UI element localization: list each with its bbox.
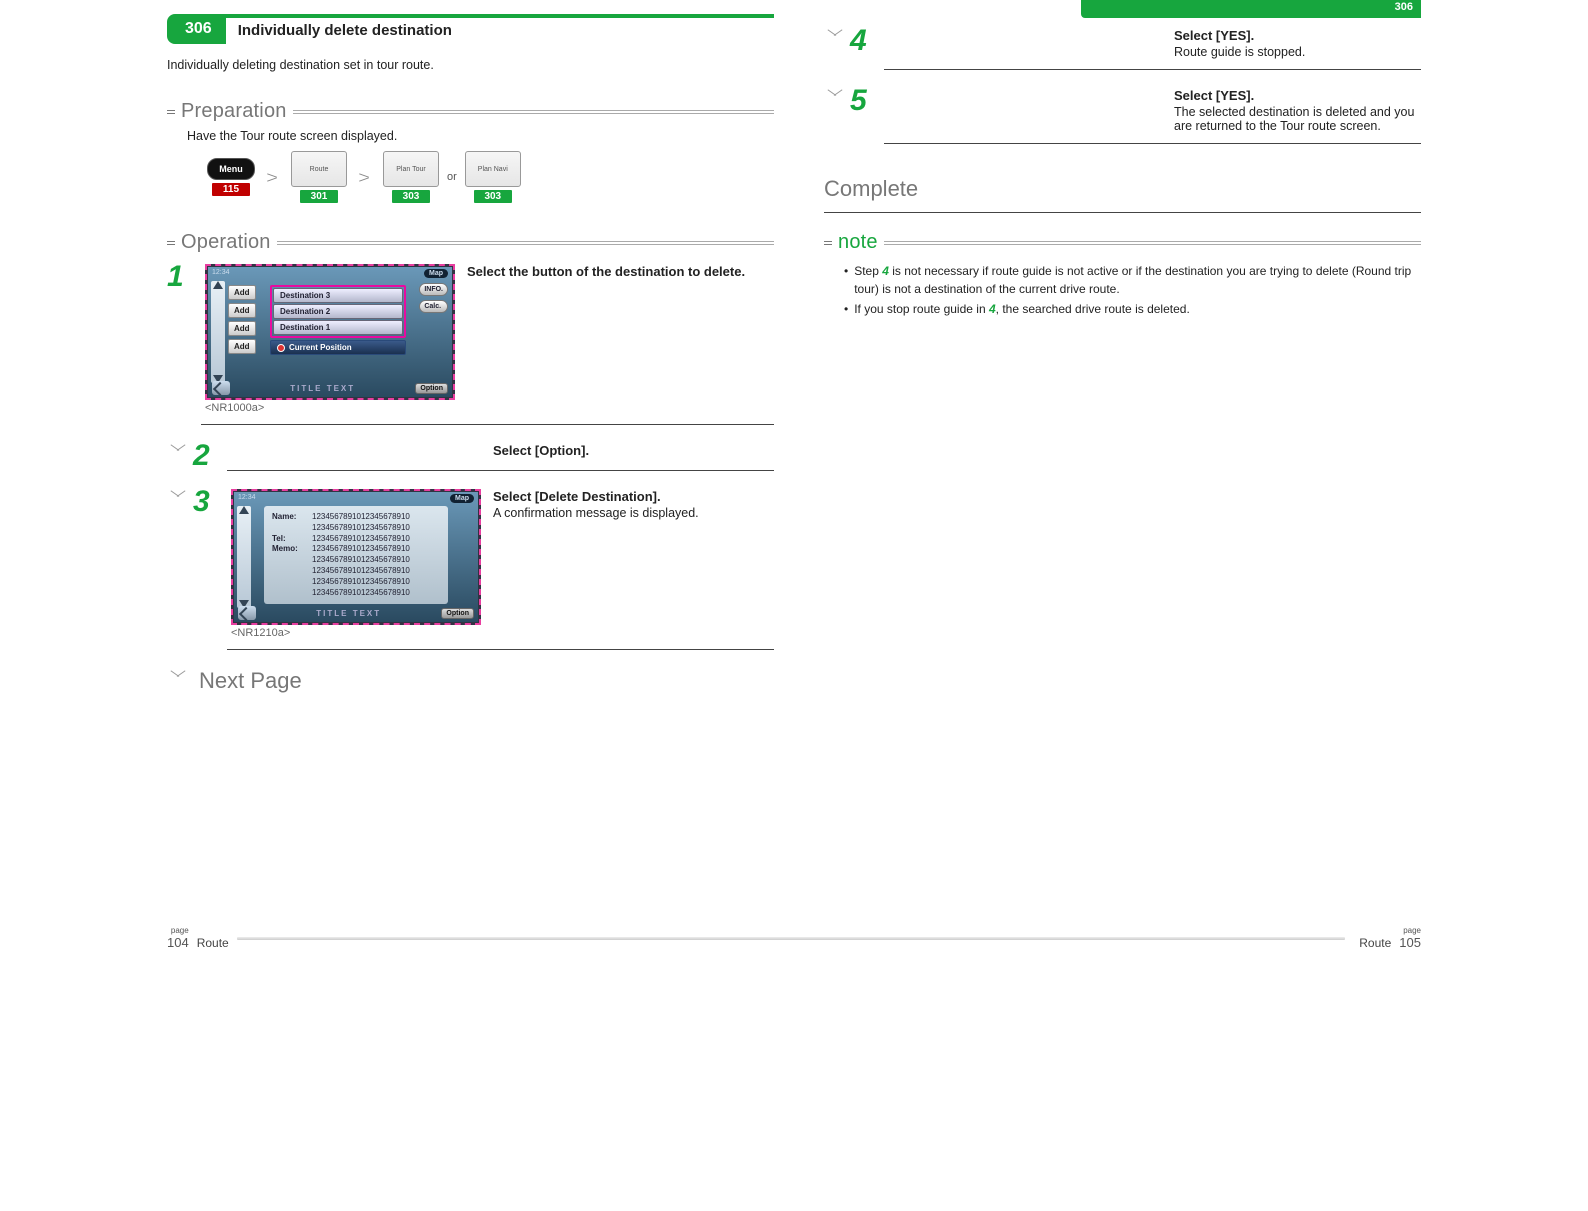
step-instruction: Select [YES]. bbox=[1174, 88, 1421, 103]
destination-button: Destination 2 bbox=[273, 304, 403, 319]
or-label: or bbox=[447, 171, 457, 183]
step-number: 5 bbox=[850, 86, 884, 144]
destination-button: Destination 3 bbox=[273, 288, 403, 303]
plan-tour-icon: Plan Tour bbox=[383, 151, 439, 187]
preparation-sequence: Menu 115 Route 301 Plan Tour 303 or Plan… bbox=[207, 151, 774, 203]
note-heading: note bbox=[824, 231, 1421, 254]
add-button: Add bbox=[228, 285, 256, 300]
step-number: 3 bbox=[193, 487, 227, 650]
section-title: Individually delete destination bbox=[226, 14, 774, 44]
step-instruction: Select [Option]. bbox=[493, 443, 774, 458]
route-screen-icon: Route bbox=[291, 151, 347, 187]
chevron-down-icon bbox=[169, 671, 187, 683]
shot-time: 12:34 bbox=[212, 269, 230, 278]
chevron-down-icon bbox=[169, 445, 187, 457]
option-button: Option bbox=[415, 383, 448, 394]
screenshot-step1: 12:34 Map Add Add Add Add bbox=[205, 264, 455, 400]
step-2: 2 Select [Option]. bbox=[167, 443, 774, 479]
chevron-down-icon bbox=[826, 90, 844, 102]
step-instruction: Select the button of the destination to … bbox=[467, 264, 774, 279]
menu-button-icon: Menu bbox=[207, 158, 255, 180]
prep-item-plan-navi: Plan Navi 303 bbox=[465, 151, 521, 203]
chevron-down-icon bbox=[826, 30, 844, 42]
back-icon bbox=[212, 381, 230, 395]
step-3: 3 12:34 Map Name:12345678910123456789​10 bbox=[167, 489, 774, 658]
step-instruction: Select [Delete Destination]. bbox=[493, 489, 774, 504]
shot-title: TITLE TEXT bbox=[290, 384, 355, 393]
note-label: note bbox=[838, 231, 878, 254]
shot-time: 12:34 bbox=[238, 494, 256, 503]
step-1: 1 12:34 Map Add Add bbox=[167, 264, 774, 433]
add-button: Add bbox=[228, 339, 256, 354]
step-number: 2 bbox=[193, 441, 227, 471]
arrow-icon bbox=[355, 172, 375, 182]
note-item: • If you stop route guide in 4, the sear… bbox=[844, 300, 1421, 318]
section-header: 306 Individually delete destination bbox=[167, 14, 774, 44]
scrollbar-icon bbox=[237, 506, 251, 608]
page-tab-right: 306 bbox=[1081, 0, 1421, 18]
complete-label: Complete bbox=[824, 170, 1421, 213]
preparation-text: Have the Tour route screen displayed. bbox=[187, 129, 774, 143]
page-number-right: 105 bbox=[1399, 935, 1421, 950]
operation-heading: Operation bbox=[167, 231, 774, 254]
footer-section-right: Route bbox=[1359, 936, 1391, 950]
ref-badge: 301 bbox=[300, 190, 338, 203]
shot-title: TITLE TEXT bbox=[316, 609, 381, 618]
add-button: Add bbox=[228, 321, 256, 336]
prep-item-plan-tour: Plan Tour 303 bbox=[383, 151, 439, 203]
screenshot-ref: <NR1000a> bbox=[205, 402, 455, 414]
add-button: Add bbox=[228, 303, 256, 318]
section-number-badge: 306 bbox=[167, 14, 226, 44]
screenshot-step3: 12:34 Map Name:12345678910123456789​10 1… bbox=[231, 489, 481, 625]
prep-item-menu: Menu 115 bbox=[207, 158, 255, 196]
page-label: page bbox=[1399, 927, 1421, 935]
operation-label: Operation bbox=[181, 231, 271, 254]
scrollbar-icon bbox=[211, 281, 225, 383]
step-4: 4 Select [YES]. Route guide is stopped. bbox=[824, 28, 1421, 78]
next-page-label: Next Page bbox=[199, 668, 302, 694]
step-instruction: Select [YES]. bbox=[1174, 28, 1421, 43]
ref-badge: 115 bbox=[212, 183, 250, 196]
map-pill-icon: Map bbox=[450, 494, 474, 503]
ref-badge: 303 bbox=[392, 190, 430, 203]
destination-highlight: Destination 3 Destination 2 Destination … bbox=[270, 285, 406, 338]
back-icon bbox=[238, 606, 256, 620]
note-item: • Step 4 is not necessary if route guide… bbox=[844, 262, 1421, 298]
footer-divider bbox=[237, 937, 1346, 940]
current-position: Current Position bbox=[270, 340, 406, 355]
plan-navi-icon: Plan Navi bbox=[465, 151, 521, 187]
step-number: 1 bbox=[167, 262, 201, 425]
step-ref-icon: 4 bbox=[882, 264, 889, 278]
info-panel: Name:12345678910123456789​10 12345678910… bbox=[264, 506, 448, 604]
step-ref-icon: 4 bbox=[989, 302, 996, 316]
option-button: Option bbox=[441, 608, 474, 619]
preparation-heading: Preparation bbox=[167, 100, 774, 123]
calc-chip: Calc. bbox=[419, 300, 448, 313]
chevron-down-icon bbox=[169, 491, 187, 503]
footer-section-left: Route bbox=[197, 936, 229, 950]
ref-badge: 303 bbox=[474, 190, 512, 203]
destination-button: Destination 1 bbox=[273, 320, 403, 335]
step-subtext: Route guide is stopped. bbox=[1174, 45, 1421, 59]
page-label: page bbox=[167, 927, 189, 935]
step-subtext: The selected destination is deleted and … bbox=[1174, 105, 1421, 133]
page-footer: page 104 Route Route page 105 bbox=[167, 927, 1421, 950]
position-dot-icon bbox=[277, 344, 285, 352]
intro-text: Individually deleting destination set in… bbox=[167, 58, 774, 72]
map-pill-icon: Map bbox=[424, 269, 448, 278]
info-chip: INFO. bbox=[419, 283, 448, 296]
preparation-label: Preparation bbox=[181, 100, 287, 123]
prep-item-route: Route 301 bbox=[291, 151, 347, 203]
step-number: 4 bbox=[850, 26, 884, 70]
step-5: 5 Select [YES]. The selected destination… bbox=[824, 88, 1421, 152]
note-body: • Step 4 is not necessary if route guide… bbox=[844, 262, 1421, 318]
step-subtext: A confirmation message is displayed. bbox=[493, 506, 774, 520]
arrow-icon bbox=[263, 172, 283, 182]
screenshot-ref: <NR1210a> bbox=[231, 627, 481, 639]
page-number-left: 104 bbox=[167, 935, 189, 950]
